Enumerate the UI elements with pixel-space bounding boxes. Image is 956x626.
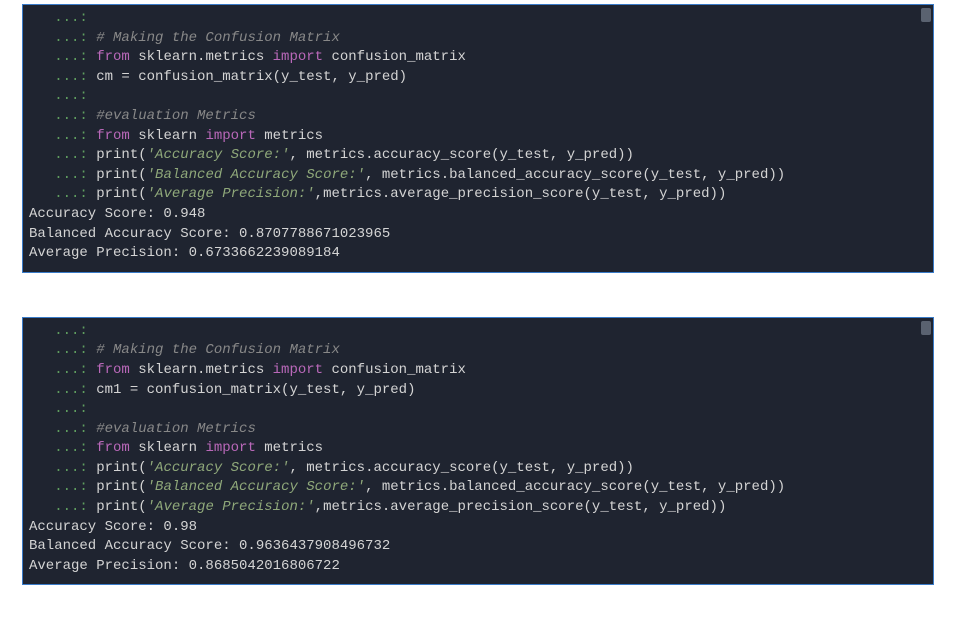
scrollbar-thumb[interactable] (921, 321, 931, 335)
code-line: ...: from sklearn import metrics (23, 127, 933, 147)
code-line: ...: #evaluation Metrics (23, 420, 933, 440)
prompt: ...: (29, 69, 96, 85)
code-line: ...: print('Accuracy Score:', metrics.ac… (23, 459, 933, 479)
output-line: Average Precision: 0.8685042016806722 (23, 557, 933, 577)
prompt: ...: (29, 362, 96, 378)
prompt: ...: (29, 382, 96, 398)
comment: # Making the Confusion Matrix (96, 30, 340, 46)
prompt: ...: (29, 88, 96, 104)
prompt: ...: (29, 128, 96, 144)
output-line: Balanced Accuracy Score: 0.8707788671023… (23, 225, 933, 245)
code-line: ...: (23, 9, 933, 29)
scrollbar-thumb[interactable] (921, 8, 931, 22)
console-block-2: ...: ...: # Making the Confusion Matrix … (22, 317, 934, 586)
code-line: ...: print('Balanced Accuracy Score:', m… (23, 166, 933, 186)
code-line: ...: (23, 322, 933, 342)
code-line: ...: cm1 = confusion_matrix(y_test, y_pr… (23, 381, 933, 401)
code-line: ...: print('Average Precision:',metrics.… (23, 498, 933, 518)
code-line: ...: from sklearn import metrics (23, 439, 933, 459)
console-block-1: ...: ...: # Making the Confusion Matrix … (22, 4, 934, 273)
prompt: ...: (29, 147, 96, 163)
code-line: ...: # Making the Confusion Matrix (23, 341, 933, 361)
prompt: ...: (29, 30, 96, 46)
output-line: Average Precision: 0.6733662239089184 (23, 244, 933, 264)
code-line: ...: print('Accuracy Score:', metrics.ac… (23, 146, 933, 166)
output-line: Accuracy Score: 0.948 (23, 205, 933, 225)
code-line: ...: #evaluation Metrics (23, 107, 933, 127)
prompt: ...: (29, 167, 96, 183)
prompt: ...: (29, 440, 96, 456)
prompt: ...: (29, 479, 96, 495)
prompt: ...: (29, 49, 96, 65)
code-line: ...: cm = confusion_matrix(y_test, y_pre… (23, 68, 933, 88)
prompt: ...: (29, 323, 96, 339)
prompt: ...: (29, 186, 96, 202)
code-line: ...: (23, 400, 933, 420)
code-line: ...: # Making the Confusion Matrix (23, 29, 933, 49)
code-line: ...: print('Average Precision:',metrics.… (23, 185, 933, 205)
code-line: ...: from sklearn.metrics import confusi… (23, 361, 933, 381)
output-line: Accuracy Score: 0.98 (23, 518, 933, 538)
code-line: ...: (23, 87, 933, 107)
comment: #evaluation Metrics (96, 108, 256, 124)
comment: # Making the Confusion Matrix (96, 342, 340, 358)
prompt: ...: (29, 108, 96, 124)
prompt: ...: (29, 421, 96, 437)
prompt: ...: (29, 10, 96, 26)
prompt: ...: (29, 401, 96, 417)
output-line: Balanced Accuracy Score: 0.9636437908496… (23, 537, 933, 557)
comment: #evaluation Metrics (96, 421, 256, 437)
code-line: ...: from sklearn.metrics import confusi… (23, 48, 933, 68)
prompt: ...: (29, 460, 96, 476)
code-line: ...: print('Balanced Accuracy Score:', m… (23, 478, 933, 498)
prompt: ...: (29, 499, 96, 515)
prompt: ...: (29, 342, 96, 358)
